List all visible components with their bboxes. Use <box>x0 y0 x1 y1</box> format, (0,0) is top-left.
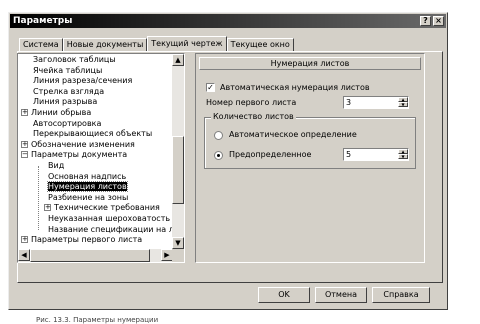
spin-down-icon[interactable]: ▼ <box>398 102 408 107</box>
scroll-left-arrow-icon[interactable]: ◀ <box>18 249 30 261</box>
window-title: Параметры <box>13 16 73 26</box>
tree-item-label: Вид <box>48 161 65 170</box>
cancel-button[interactable]: Отмена <box>315 287 367 303</box>
tab-strip: Система Новые документы Текущий чертеж Т… <box>19 36 294 51</box>
settings-tree[interactable]: Заголовок таблицы Ячейка таблицы Линия раз… <box>17 53 185 263</box>
preset-radio[interactable] <box>214 151 223 160</box>
sheet-count-group: Количество листов Автоматическое определ… <box>204 112 416 169</box>
tree-item[interactable]: Разбиение на зоны <box>44 193 128 203</box>
tab-new-documents[interactable]: Новые документы <box>62 38 148 51</box>
tab-current-drawing[interactable]: Текущий чертеж <box>147 36 227 51</box>
close-button[interactable]: × <box>433 16 444 26</box>
figure-caption: Рис. 13.3. Параметры нумерации <box>36 316 159 324</box>
tree-item-label: Линия разрыва <box>33 97 98 107</box>
expand-plus-icon[interactable]: + <box>21 140 28 148</box>
tree-item-label: Заголовок таблицы <box>33 55 116 64</box>
tree-connector-line <box>38 166 39 230</box>
tree-item[interactable]: + Технические требования <box>44 203 160 213</box>
tab-system[interactable]: Система <box>19 38 63 51</box>
tree-item[interactable]: + Обозначение изменения <box>21 140 135 150</box>
tree-item[interactable]: Основная надпись <box>44 172 126 182</box>
tree-item-label: Ячейка таблицы <box>33 65 103 75</box>
auto-numbering-checkbox[interactable]: ✓ <box>206 83 215 92</box>
first-sheet-spinner[interactable]: 3 ▲ ▼ <box>343 96 409 109</box>
tree-item-label: Неуказанная шероховатость <box>48 214 171 223</box>
vertical-scroll-thumb[interactable] <box>172 136 184 204</box>
scroll-up-arrow-icon[interactable]: ▲ <box>172 54 184 66</box>
horizontal-scroll-thumb[interactable] <box>30 249 150 262</box>
tree-item[interactable]: Вид <box>44 161 64 171</box>
tree-item-label: Линии обрыва <box>31 108 92 117</box>
expand-plus-icon[interactable]: + <box>44 204 51 212</box>
settings-panel: Нумерация листов ✓ Автоматическая нумера… <box>195 53 425 263</box>
auto-detect-label: Автоматическое определение <box>229 130 357 139</box>
sheet-count-legend: Количество листов <box>211 112 296 122</box>
tree-item-label: Стрелка взгляда <box>33 86 105 96</box>
help-button[interactable]: Справка <box>372 287 430 303</box>
tree-item-label: Нумерация листов <box>47 181 128 193</box>
tree-item-label: Технические требования <box>54 203 160 213</box>
tree-item-label: Автосортировка <box>33 118 102 128</box>
first-sheet-label: Номер первого листа <box>206 98 297 107</box>
tree-item[interactable]: − Параметры документа <box>21 150 127 160</box>
first-sheet-value: 3 <box>346 98 352 107</box>
panel-header: Нумерация листов <box>199 57 421 70</box>
tab-current-window[interactable]: Текущее окно <box>226 38 294 51</box>
tree-item[interactable]: Ячейка таблицы <box>21 66 102 76</box>
scroll-corner <box>172 249 184 262</box>
tree-vertical-scrollbar[interactable]: ▲ ▼ <box>172 54 184 249</box>
tree-item[interactable]: Автосортировка <box>21 119 101 129</box>
tree-item[interactable]: + Линии обрыва <box>21 108 91 118</box>
preset-value: 5 <box>346 150 352 159</box>
tree-item[interactable]: Нумерация листов <box>44 181 128 193</box>
tree-viewport: Заголовок таблицы Ячейка таблицы Линия раз… <box>18 54 173 249</box>
tree-item[interactable]: Перекрывающиеся объекты <box>21 129 152 139</box>
tree-item-label: Параметры первого листа <box>31 235 143 245</box>
tree-item-label: Параметры документа <box>31 150 128 160</box>
tree-item[interactable]: Неуказанная шероховатость <box>44 214 170 224</box>
expand-plus-icon[interactable]: + <box>21 109 28 116</box>
tree-item-label: Обозначение изменения <box>31 139 135 149</box>
tree-item-label: Перекрывающиеся объекты <box>33 129 153 139</box>
tree-horizontal-scrollbar[interactable]: ◀ ▶ <box>18 249 173 262</box>
collapse-minus-icon[interactable]: − <box>21 151 28 159</box>
scroll-down-arrow-icon[interactable]: ▼ <box>172 237 184 249</box>
tree-item-label: Основная надпись <box>48 171 127 181</box>
tree-item-label: Название спецификации на лист <box>48 224 173 234</box>
title-bar[interactable]: Параметры ? × <box>10 14 446 28</box>
preset-label: Предопределенное <box>229 150 312 159</box>
tree-item[interactable]: Стрелка взгляда <box>21 87 104 97</box>
ok-button[interactable]: OK <box>258 287 310 303</box>
tree-item[interactable]: Заголовок таблицы <box>21 55 116 65</box>
tree-item[interactable]: Название спецификации на лист <box>44 225 173 235</box>
tree-item-label: Разбиение на зоны <box>48 192 129 202</box>
auto-detect-radio[interactable] <box>214 131 223 140</box>
tree-item[interactable]: + Параметры первого листа <box>21 235 142 245</box>
preset-spinner[interactable]: 5 ▲ ▼ <box>343 148 409 161</box>
tree-item[interactable]: Линия разрыва <box>21 97 97 107</box>
auto-numbering-label: Автоматическая нумерация листов <box>220 83 370 92</box>
tree-item-label: Линия разреза/сечения <box>33 76 133 86</box>
expand-plus-icon[interactable]: + <box>21 236 28 244</box>
help-title-button[interactable]: ? <box>420 16 431 26</box>
spin-down-icon[interactable]: ▼ <box>398 154 408 159</box>
tree-item[interactable]: Линия разреза/сечения <box>21 76 132 86</box>
